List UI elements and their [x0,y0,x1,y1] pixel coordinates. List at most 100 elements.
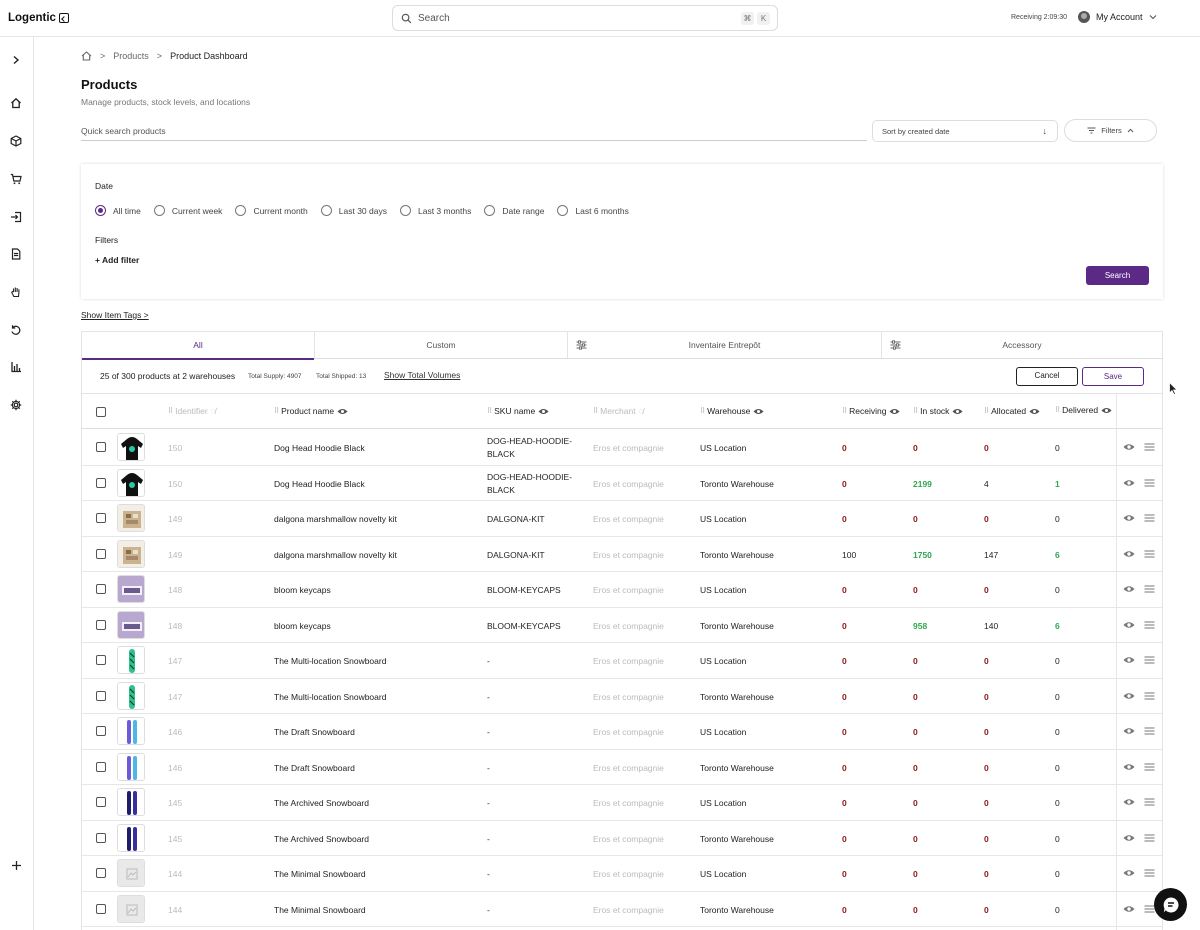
inbound-icon[interactable] [9,210,23,224]
drag-handle-icon[interactable]: ⠿ [842,407,847,415]
row-checkbox[interactable] [96,619,106,630]
sort-select[interactable]: Sort by created date ↓ [872,120,1058,142]
cart-icon[interactable] [9,172,23,186]
drag-handle-icon[interactable]: ⠿ [1055,406,1060,414]
search-button[interactable]: Search [1086,266,1149,285]
date-option[interactable]: Current week [153,205,222,216]
drag-handle-icon[interactable]: ⠿ [700,407,705,415]
filters-toggle-button[interactable]: Filters [1064,119,1157,142]
column-in-stock[interactable]: ⠿ In stock [913,406,963,416]
row-checkbox[interactable] [96,868,106,878]
eye-icon[interactable] [1123,514,1135,522]
product-name-cell[interactable]: The Draft Snowboard [274,763,355,773]
row-checkbox[interactable] [96,903,106,914]
drag-handle-icon[interactable]: ⠿ [913,407,918,415]
home-icon[interactable] [81,51,92,61]
eye-icon[interactable] [538,408,549,415]
row-checkbox[interactable] [96,584,106,594]
drag-handle-icon[interactable] [1144,550,1155,558]
hand-icon[interactable] [9,285,23,299]
quick-search-input[interactable]: Quick search products [81,123,867,141]
row-checkbox[interactable] [96,655,106,665]
eye-icon[interactable] [1123,550,1135,558]
tune-icon[interactable] [890,340,901,350]
drag-handle-icon[interactable] [1144,621,1155,629]
row-checkbox[interactable] [96,797,106,807]
drag-handle-icon[interactable] [1144,585,1155,593]
radio-icon[interactable] [95,205,106,216]
eye-icon[interactable] [1123,692,1135,700]
radio-icon[interactable] [235,205,247,216]
document-icon[interactable] [9,247,23,261]
drag-handle-icon[interactable] [1144,656,1155,664]
product-name-cell[interactable]: dalgona marshmallow novelty kit [274,514,397,524]
row-checkbox[interactable] [96,832,106,843]
save-button[interactable]: Save [1082,367,1144,386]
radio-icon[interactable] [153,205,165,216]
column-merchant[interactable]: ⠿ Merchant ◌̸ [593,406,644,416]
drag-handle-icon[interactable] [1144,763,1155,771]
drag-handle-icon[interactable] [1144,479,1155,487]
product-name-cell[interactable]: Dog Head Hoodie Black [274,479,365,489]
product-name-cell[interactable]: The Multi-location Snowboard [274,692,386,702]
row-checkbox[interactable] [96,726,106,736]
drag-handle-icon[interactable]: ⠿ [984,407,989,415]
box-icon[interactable] [9,134,23,148]
eye-icon[interactable] [1123,798,1135,806]
eye-off-icon[interactable]: ◌̸ [639,406,644,416]
tab-all[interactable]: All [82,332,315,360]
drag-handle-icon[interactable] [1144,443,1155,451]
date-option[interactable]: Last 6 months [557,205,629,216]
eye-icon[interactable] [1123,834,1135,842]
eye-icon[interactable] [1123,479,1135,487]
radio-icon[interactable] [399,205,411,216]
eye-icon[interactable] [1123,763,1135,771]
product-name-cell[interactable]: bloom keycaps [274,621,331,631]
date-option[interactable]: Last 3 months [399,205,471,216]
plus-icon[interactable] [9,858,23,872]
drag-handle-icon[interactable] [1144,798,1155,806]
table-row[interactable]: 144 The Minimal Snowboard - Eros et compagn… [82,856,1162,892]
app-logo[interactable]: Logentic [8,12,69,24]
product-name-cell[interactable]: The Archived Snowboard [274,798,369,808]
gear-icon[interactable] [9,398,23,412]
row-checkbox[interactable] [96,477,106,488]
eye-icon[interactable] [1101,407,1112,414]
cancel-button[interactable]: Cancel [1016,367,1078,386]
drag-handle-icon[interactable] [1144,869,1155,877]
column-product-name[interactable]: ⠿ Product name [274,406,348,416]
row-checkbox[interactable] [96,442,106,452]
radio-icon[interactable] [484,205,496,216]
table-row[interactable]: 147 The Multi-location Snowboard - Eros et … [82,679,1162,714]
column-allocated[interactable]: ⠿ Allocated [984,406,1040,416]
eye-icon[interactable] [1123,869,1135,877]
row-checkbox[interactable] [96,548,106,559]
breadcrumb-products[interactable]: Products [113,51,149,61]
column-identifier[interactable]: ⠿ Identifier ◌̸ [168,406,216,416]
eye-off-icon[interactable]: ◌̸ [211,406,216,416]
eye-icon[interactable] [1123,585,1135,593]
radio-icon[interactable] [557,205,569,216]
date-option[interactable]: Last 30 days [320,205,387,216]
eye-icon[interactable] [1123,621,1135,629]
radio-icon[interactable] [320,205,332,216]
receiving-timer[interactable]: Receiving 2:09:30 [1011,14,1067,21]
drag-handle-icon[interactable] [1144,834,1155,842]
table-row[interactable]: 147 The Multi-location Snowboard - Eros et … [82,643,1162,679]
row-checkbox[interactable] [96,513,106,523]
drag-handle-icon[interactable] [1144,692,1155,700]
column-receiving[interactable]: ⠿ Receiving [842,406,900,416]
chevron-right-icon[interactable] [9,53,23,67]
product-name-cell[interactable]: The Minimal Snowboard [274,869,366,879]
eye-icon[interactable] [753,408,764,415]
date-option[interactable]: Current month [235,205,308,216]
date-option[interactable]: All time [95,205,141,216]
returns-icon[interactable] [9,323,23,337]
drag-handle-icon[interactable] [1144,514,1155,522]
table-row[interactable]: 146 The Draft Snowboard - Eros et compagnie… [82,750,1162,785]
table-row[interactable]: 145 The Archived Snowboard - Eros et compag… [82,821,1162,856]
eye-icon[interactable] [1123,656,1135,664]
tab-accessory[interactable]: Accessory [882,332,1162,358]
tune-icon[interactable] [576,340,587,350]
drag-handle-icon[interactable]: ⠿ [487,407,492,415]
